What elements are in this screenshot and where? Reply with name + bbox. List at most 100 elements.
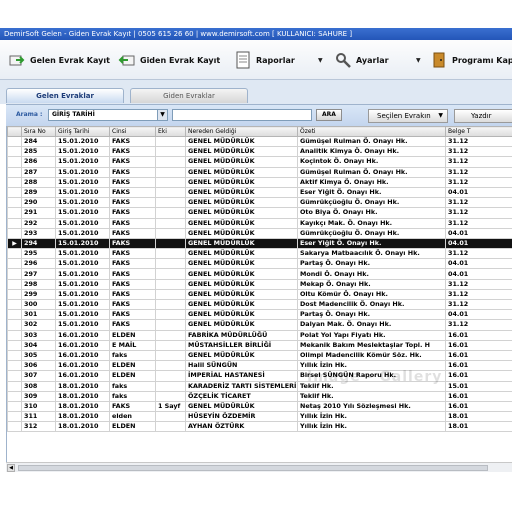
row-indicator[interactable]: [7, 329, 22, 341]
table-cell[interactable]: GENEL MÜDÜRLÜK: [185, 135, 298, 148]
table-row[interactable]: 286 15.01.2010 FAKS GENEL MÜDÜRLÜK Koçintok …: [7, 156, 512, 168]
table-cell[interactable]: FAKS: [109, 207, 156, 219]
table-cell[interactable]: 303: [21, 329, 56, 341]
table-cell[interactable]: FAKS: [109, 217, 156, 229]
table-cell[interactable]: 31.12: [445, 298, 512, 311]
table-cell[interactable]: [155, 268, 186, 280]
table-cell[interactable]: [155, 390, 186, 402]
column-header[interactable]: Nereden Geldiği: [185, 126, 298, 137]
row-indicator[interactable]: [7, 268, 22, 280]
column-header[interactable]: Özeti: [297, 126, 446, 137]
table-cell[interactable]: [155, 309, 186, 321]
table-cell[interactable]: 15.01.2010: [55, 309, 110, 321]
table-cell[interactable]: Mekanik Bakım Meslektaşlar Topl. H: [297, 339, 446, 351]
table-cell[interactable]: 31.12: [445, 207, 512, 219]
row-indicator[interactable]: [7, 411, 22, 423]
table-cell[interactable]: 294: [21, 237, 56, 250]
table-cell[interactable]: GENEL MÜDÜRLÜK: [185, 237, 298, 250]
row-indicator[interactable]: [7, 400, 22, 413]
table-cell[interactable]: 293: [21, 227, 56, 239]
table-cell[interactable]: 04.01: [445, 309, 512, 321]
table-cell[interactable]: 16.01.2010: [55, 360, 110, 372]
table-cell[interactable]: FAKS: [109, 176, 156, 188]
table-cell[interactable]: GENEL MÜDÜRLÜK: [185, 217, 298, 229]
table-cell[interactable]: 16.01: [445, 349, 512, 362]
giden-evrak-kayit-button[interactable]: Giden Evrak Kayıt: [118, 50, 220, 70]
table-cell[interactable]: Analitik Kimya Ö. Onayı Hk.: [297, 146, 446, 158]
table-cell[interactable]: FAKS: [109, 186, 156, 199]
table-cell[interactable]: Teklif Hk.: [297, 390, 446, 402]
table-cell[interactable]: FAKS: [109, 298, 156, 311]
table-cell[interactable]: HÜSEYİN ÖZDEMİR: [185, 411, 298, 423]
table-cell[interactable]: 15.01.2010: [55, 278, 110, 290]
table-cell[interactable]: [155, 258, 186, 270]
table-row[interactable]: 302 15.01.2010 FAKS GENEL MÜDÜRLÜK Dalyan Ma…: [7, 319, 512, 331]
table-cell[interactable]: Gümüşel Rulman Ö. Onayı Hk.: [297, 135, 446, 148]
table-cell[interactable]: [155, 176, 186, 188]
table-cell[interactable]: GENEL MÜDÜRLÜK: [185, 298, 298, 311]
table-cell[interactable]: 16.01: [445, 390, 512, 402]
table-cell[interactable]: GENEL MÜDÜRLÜK: [185, 146, 298, 158]
table-cell[interactable]: GENEL MÜDÜRLÜK: [185, 176, 298, 188]
table-cell[interactable]: 16.01: [445, 360, 512, 372]
table-cell[interactable]: 1 Sayf: [155, 400, 186, 413]
table-cell[interactable]: 310: [21, 400, 56, 413]
table-cell[interactable]: [155, 186, 186, 199]
table-cell[interactable]: 15.01.2010: [55, 248, 110, 260]
ayarlar-button[interactable]: Ayarlar: [334, 50, 389, 70]
table-cell[interactable]: 18.01.2010: [55, 390, 110, 402]
column-header[interactable]: Giriş Tarihi: [55, 126, 110, 137]
table-cell[interactable]: 15.01: [445, 380, 512, 392]
table-cell[interactable]: 299: [21, 288, 56, 301]
table-cell[interactable]: 31.12: [445, 156, 512, 168]
table-row[interactable]: 292 15.01.2010 FAKS GENEL MÜDÜRLÜK Kayıkçı M…: [7, 217, 512, 229]
table-cell[interactable]: faks: [109, 349, 156, 362]
table-cell[interactable]: [155, 197, 186, 209]
table-cell[interactable]: 295: [21, 248, 56, 260]
table-cell[interactable]: ÖZÇELİK TİCARET: [185, 390, 298, 402]
table-cell[interactable]: GENEL MÜDÜRLÜK: [185, 288, 298, 301]
table-row[interactable]: 293 15.01.2010 FAKS GENEL MÜDÜRLÜK Gümrükçüo…: [7, 227, 512, 239]
table-cell[interactable]: [155, 319, 186, 331]
table-cell[interactable]: 15.01.2010: [55, 186, 110, 199]
table-cell[interactable]: 291: [21, 207, 56, 219]
table-cell[interactable]: [155, 421, 186, 433]
table-cell[interactable]: 15.01.2010: [55, 227, 110, 239]
table-cell[interactable]: FAKS: [109, 258, 156, 270]
table-cell[interactable]: 15.01.2010: [55, 258, 110, 270]
table-cell[interactable]: 311: [21, 411, 56, 423]
table-cell[interactable]: FAKS: [109, 319, 156, 331]
table-row[interactable]: 284 15.01.2010 FAKS GENEL MÜDÜRLÜK Gümüşel R…: [7, 135, 512, 148]
table-cell[interactable]: Gümrükçüoğlu Ö. Onayı Hk.: [297, 227, 446, 239]
table-row[interactable]: 301 15.01.2010 FAKS GENEL MÜDÜRLÜK Partaş Ö.…: [7, 309, 512, 321]
table-cell[interactable]: 16.01: [445, 339, 512, 351]
table-cell[interactable]: GENEL MÜDÜRLÜK: [185, 156, 298, 168]
table-cell[interactable]: 302: [21, 319, 56, 331]
table-cell[interactable]: Netaş 2010 Yılı Sözleşmesi Hk.: [297, 400, 446, 413]
row-indicator[interactable]: [7, 319, 22, 331]
table-row[interactable]: 299 15.01.2010 FAKS GENEL MÜDÜRLÜK Oltu Kömü…: [7, 288, 512, 301]
column-header[interactable]: Cinsi: [109, 126, 156, 137]
table-cell[interactable]: GENEL MÜDÜRLÜK: [185, 248, 298, 260]
table-cell[interactable]: 15.01.2010: [55, 217, 110, 229]
raporlar-dropdown-caret-icon[interactable]: ▼: [318, 57, 323, 64]
table-cell[interactable]: Koçintok Ö. Onayı Hk.: [297, 156, 446, 168]
table-cell[interactable]: 308: [21, 380, 56, 392]
table-cell[interactable]: Gümrükçüoğlu Ö. Onayı Hk.: [297, 197, 446, 209]
table-cell[interactable]: 15.01.2010: [55, 237, 110, 250]
table-cell[interactable]: Dost Madencilik Ö. Onayı Hk.: [297, 298, 446, 311]
table-cell[interactable]: [155, 360, 186, 372]
table-cell[interactable]: E MAİL: [109, 339, 156, 351]
table-cell[interactable]: KARADERİZ TARTI SİSTEMLERİ: [185, 380, 298, 392]
column-header[interactable]: Sıra No: [21, 126, 56, 137]
table-cell[interactable]: 15.01.2010: [55, 288, 110, 301]
table-cell[interactable]: 15.01.2010: [55, 166, 110, 178]
table-cell[interactable]: 16.01.2010: [55, 329, 110, 341]
table-cell[interactable]: FAKS: [109, 227, 156, 239]
table-cell[interactable]: 15.01.2010: [55, 268, 110, 280]
table-cell[interactable]: MÜSTAHSİLLER BİRLİĞİ: [185, 339, 298, 351]
table-cell[interactable]: 16.01.2010: [55, 370, 110, 382]
table-cell[interactable]: 31.12: [445, 166, 512, 178]
table-cell[interactable]: Partaş Ö. Onayı Hk.: [297, 309, 446, 321]
table-row[interactable]: 300 15.01.2010 FAKS GENEL MÜDÜRLÜK Dost Made…: [7, 298, 512, 311]
